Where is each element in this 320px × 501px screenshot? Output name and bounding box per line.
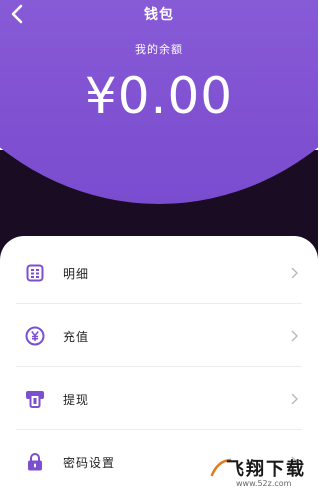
menu-item-label: 明细: [63, 266, 90, 281]
divider: [16, 366, 302, 367]
menu-item-withdraw[interactable]: 提现: [16, 368, 302, 430]
withdraw-card-icon: [25, 389, 45, 409]
divider: [16, 429, 302, 430]
lock-icon: [25, 452, 45, 472]
watermark: 飞翔下载 www.52z.com: [210, 455, 308, 495]
balance-amount: ¥0.00: [84, 67, 234, 125]
balance-label: 我的余额: [135, 43, 183, 56]
chevron-right-icon: [290, 330, 298, 342]
page-title: 钱包: [144, 7, 174, 23]
menu-item-label: 提现: [63, 392, 90, 407]
yen-coin-icon: [25, 326, 45, 346]
chevron-right-icon: [290, 393, 298, 405]
divider: [16, 303, 302, 304]
menu-item-label: 充值: [63, 329, 90, 344]
list-icon: [25, 263, 45, 283]
watermark-url: www.52z.com: [236, 479, 292, 488]
wallet-screen: 钱包 我的余额 ¥0.00 明细 充值 提现 密码设置 飞翔下载 www.52z…: [0, 0, 318, 501]
watermark-text: 飞翔下载: [226, 459, 306, 480]
menu-item-label: 密码设置: [63, 455, 116, 470]
menu-item-details[interactable]: 明细: [16, 242, 302, 304]
menu-item-recharge[interactable]: 充值: [16, 305, 302, 367]
chevron-right-icon: [290, 267, 298, 279]
